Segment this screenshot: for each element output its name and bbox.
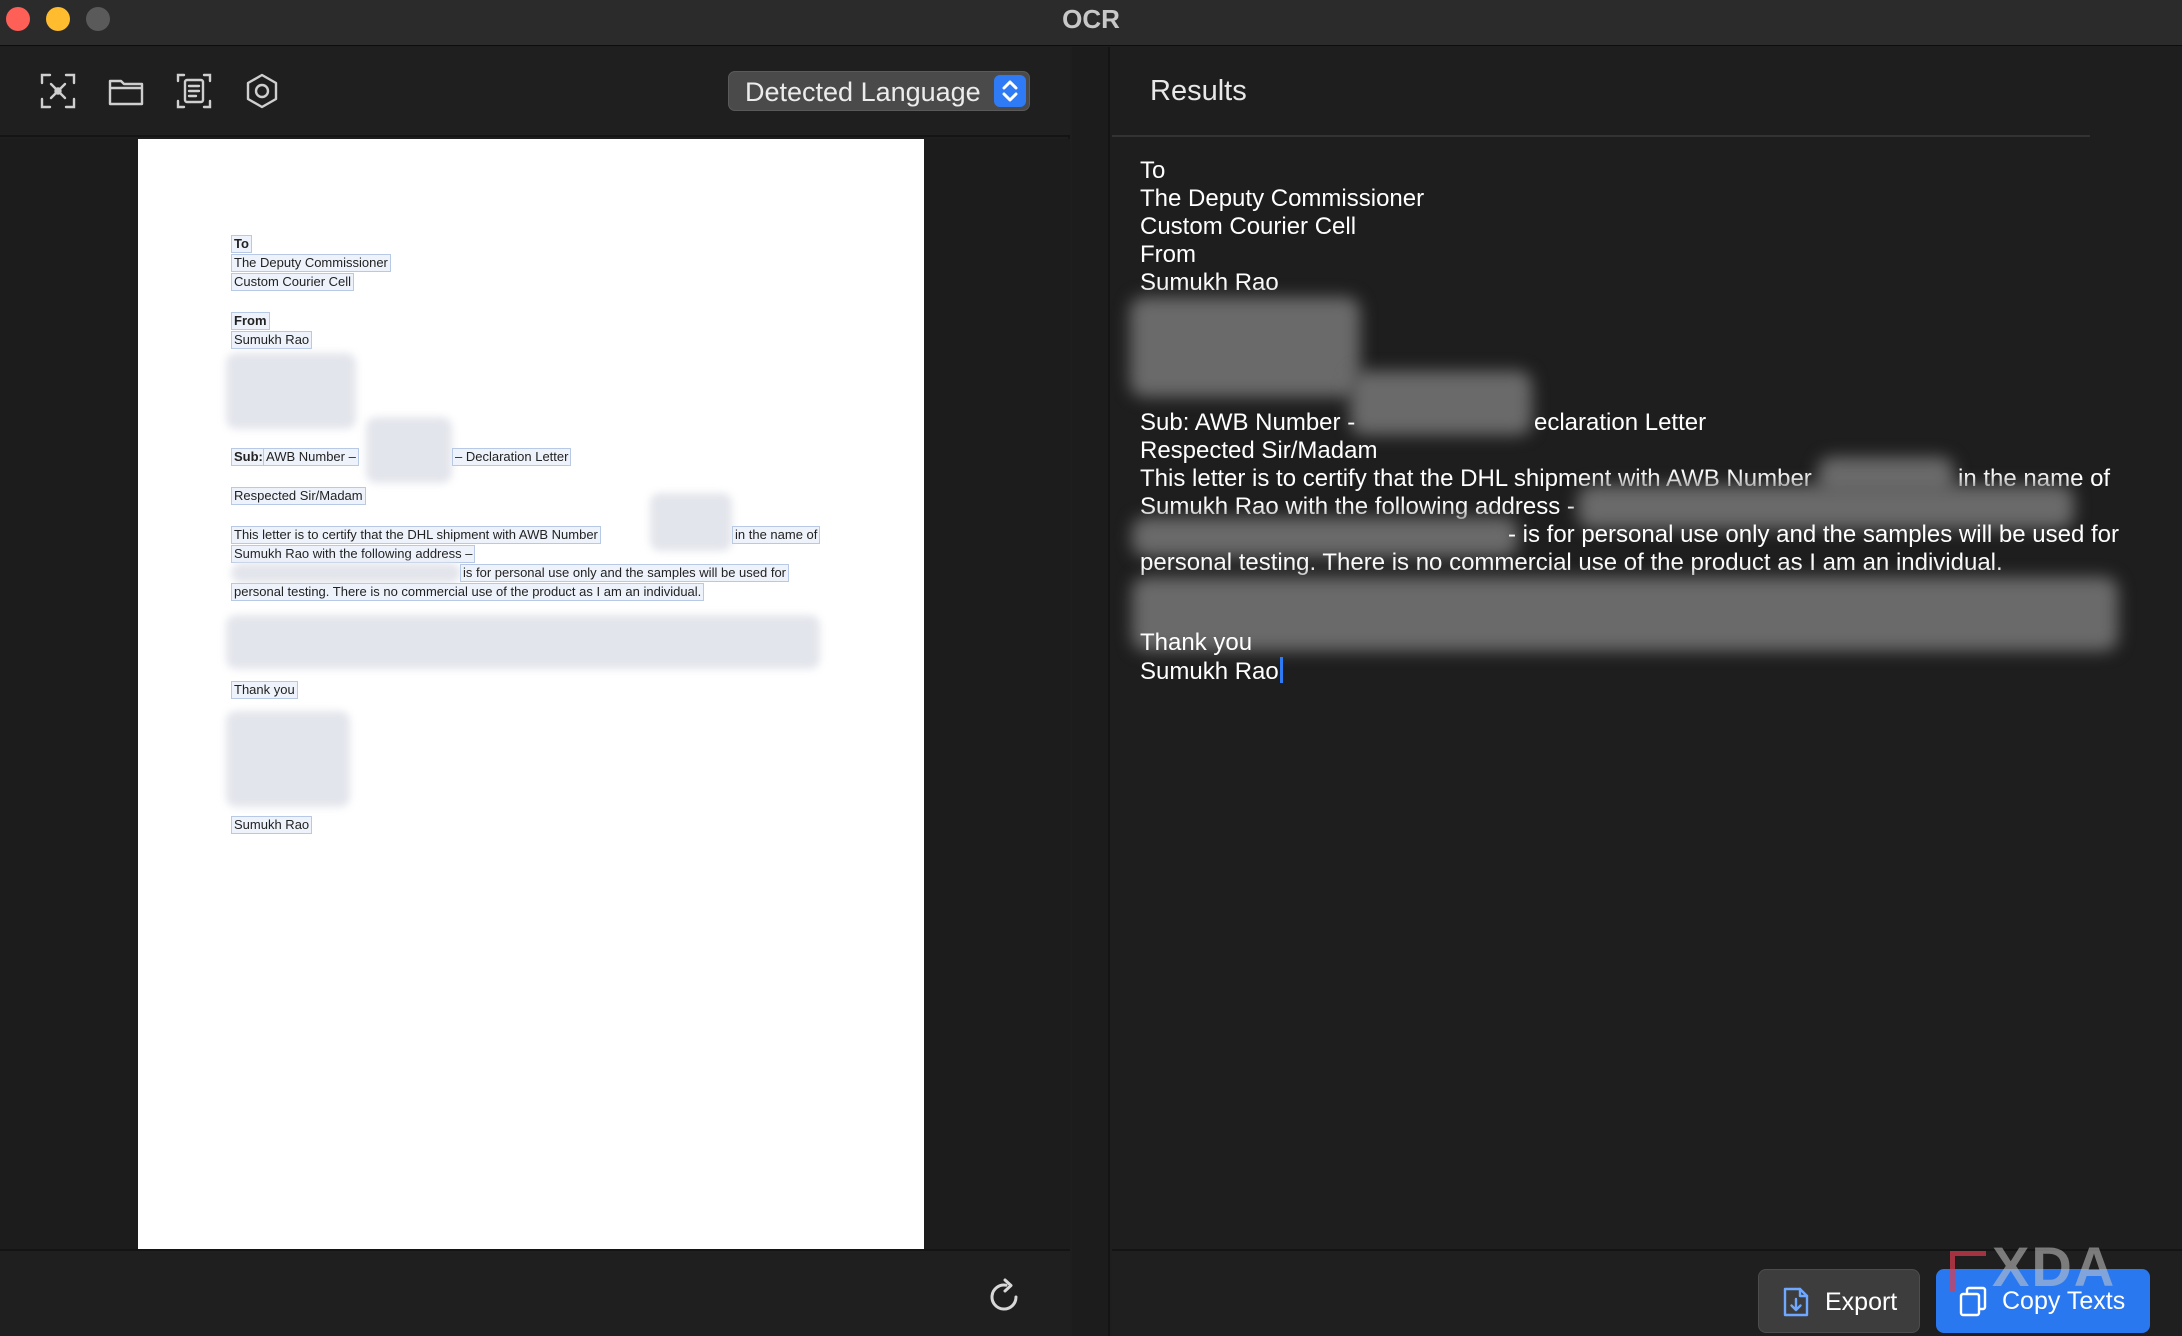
toolbar: Detected Language: [0, 47, 1070, 137]
results-title: Results: [1150, 75, 1247, 107]
redacted-area: [366, 417, 452, 483]
signature-redacted: [226, 711, 350, 807]
result-line: Respected Sir/Madam: [1140, 437, 1378, 464]
result-line: Thank you: [1140, 629, 1253, 656]
redacted-area: [650, 493, 732, 551]
title-bar: OCR: [0, 0, 2182, 46]
result-line: Sumukh Rao: [1140, 658, 1279, 685]
redacted-area: [1132, 577, 2118, 651]
window-title: OCR: [1062, 4, 1120, 34]
doc-line: Sub:: [231, 448, 266, 466]
doc-line: Thank you: [231, 681, 298, 699]
doc-line: This letter is to certify that the DHL s…: [231, 526, 601, 544]
document-scan-icon[interactable]: [174, 71, 214, 111]
redacted-area: [1130, 297, 1360, 397]
result-line: To: [1140, 157, 1166, 184]
source-footer: [0, 1249, 1070, 1336]
redacted-area: [226, 615, 820, 669]
redacted-area: [231, 563, 461, 583]
text-cursor: [1279, 657, 1283, 683]
doc-line: Custom Courier Cell: [231, 273, 355, 291]
result-line: eclaration Letter: [1534, 409, 1707, 436]
source-pane: Detected Language To The Deputy Commissi…: [0, 47, 1070, 1336]
doc-line: personal testing. There is no commercial…: [231, 583, 705, 601]
document-page: To The Deputy Commissioner Custom Courie…: [138, 139, 924, 1249]
doc-line: The Deputy Commissioner: [231, 254, 391, 272]
result-line: Sub: AWB Number -: [1140, 409, 1356, 436]
redacted-area: [1350, 371, 1532, 435]
folder-icon[interactable]: [106, 71, 146, 111]
result-line: From: [1140, 241, 1196, 268]
pane-divider[interactable]: [1072, 47, 1110, 1336]
export-button[interactable]: Export: [1758, 1269, 1920, 1333]
redacted-area: [226, 353, 356, 429]
doc-line: To: [231, 235, 252, 253]
watermark-text: XDA: [1992, 1235, 2117, 1298]
result-line: - is for personal use only and the sampl…: [1508, 521, 2119, 548]
chevron-up-down-icon: [994, 75, 1026, 107]
doc-line: Sumukh Rao: [231, 331, 313, 349]
result-line: The Deputy Commissioner: [1140, 185, 1425, 212]
doc-line: AWB Number –: [263, 448, 359, 466]
settings-icon[interactable]: [242, 71, 282, 111]
language-select-label: Detected Language: [745, 77, 981, 107]
language-select[interactable]: Detected Language: [728, 71, 1030, 111]
export-button-label: Export: [1825, 1288, 1898, 1316]
result-line-with-caret: Sumukh Rao: [1140, 657, 1283, 686]
doc-line: From: [231, 312, 270, 330]
xda-logo-icon: [1950, 1251, 1986, 1292]
doc-line: Sumukh Rao with the following address –: [231, 545, 476, 563]
results-divider: [1112, 135, 2090, 137]
doc-line: Respected Sir/Madam: [231, 487, 366, 505]
result-line: personal testing. There is no commercial…: [1140, 549, 2003, 576]
doc-line: Sumukh Rao: [231, 816, 313, 834]
refresh-icon[interactable]: [984, 1277, 1024, 1317]
doc-line: – Declaration Letter: [452, 448, 572, 466]
xda-watermark: XDA: [1950, 1234, 2116, 1299]
doc-line: in the name of: [732, 526, 821, 544]
results-pane: Results To The Deputy Commissioner Custo…: [1112, 47, 2182, 1336]
capture-icon[interactable]: [38, 71, 78, 111]
document-preview-area: To The Deputy Commissioner Custom Courie…: [0, 139, 1070, 1249]
result-line: Custom Courier Cell: [1140, 213, 1357, 240]
result-line: Sumukh Rao: [1140, 269, 1279, 296]
doc-line: is for personal use only and the samples…: [460, 564, 790, 582]
export-document-icon: [1781, 1286, 1811, 1318]
